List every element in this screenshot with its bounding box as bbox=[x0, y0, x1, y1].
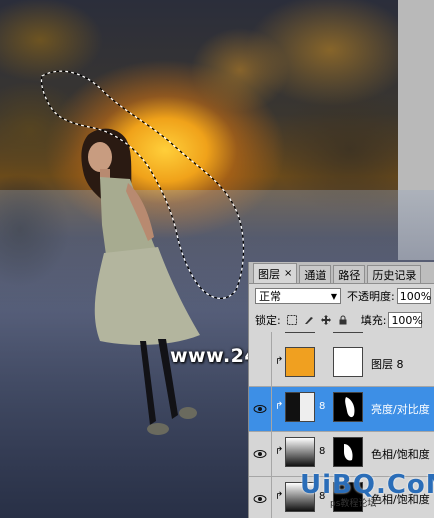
tab-layers-label: 图层 bbox=[258, 267, 280, 281]
opacity-label: 不透明度: bbox=[347, 290, 395, 303]
eye-icon bbox=[253, 450, 267, 458]
blend-mode-select[interactable]: 正常 ▼ bbox=[255, 288, 341, 304]
layer-row-layer-8[interactable]: ↱ 图层 8 bbox=[249, 342, 434, 387]
layer-row-brightness-contrast[interactable]: ↱ 8 亮度/对比度 1 bbox=[249, 387, 434, 432]
chevron-down-icon: ▼ bbox=[330, 291, 337, 301]
fill-value: 100% bbox=[391, 313, 423, 327]
adjustment-thumbnail bbox=[285, 392, 315, 422]
link-icon[interactable]: 8 bbox=[319, 446, 325, 457]
lock-row: 锁定: 填充: 100% bbox=[249, 308, 434, 333]
layer-mask-thumbnail bbox=[333, 437, 363, 467]
clip-arrow-icon: ↱ bbox=[275, 401, 284, 412]
lock-transparent-icon[interactable] bbox=[287, 315, 298, 326]
layer-mask-thumbnail bbox=[333, 347, 363, 377]
visibility-toggle[interactable] bbox=[249, 342, 272, 386]
opacity-value: 100% bbox=[399, 289, 432, 303]
opacity-input[interactable]: 100% bbox=[396, 288, 432, 304]
blend-row: 正常 ▼ 不透明度: 100% bbox=[249, 284, 434, 308]
panel-tabs: 图层 × 通道 路径 历史记录 bbox=[249, 262, 434, 284]
visibility-toggle[interactable] bbox=[249, 387, 272, 431]
layer-thumbnail bbox=[285, 347, 315, 377]
tab-layers[interactable]: 图层 × bbox=[253, 263, 298, 283]
lock-label: 锁定: bbox=[255, 314, 281, 327]
visibility-toggle[interactable] bbox=[249, 432, 272, 476]
clip-arrow-icon: ↱ bbox=[275, 491, 284, 502]
fill-label: 填充: bbox=[360, 314, 387, 327]
layer-mask-thumbnail bbox=[333, 332, 363, 333]
tab-channels[interactable]: 通道 bbox=[299, 265, 332, 283]
blend-mode-value: 正常 bbox=[259, 290, 281, 303]
tab-paths-label: 路径 bbox=[338, 268, 361, 282]
move-icon[interactable] bbox=[321, 315, 332, 326]
visibility-toggle[interactable] bbox=[249, 477, 272, 518]
eye-icon bbox=[253, 405, 267, 413]
clip-arrow-icon: ↱ bbox=[275, 356, 284, 367]
lock-icon[interactable] bbox=[338, 315, 349, 326]
layer-name: 图层 8 bbox=[371, 358, 404, 371]
girl-figure bbox=[81, 128, 200, 435]
brush-icon[interactable] bbox=[304, 315, 315, 326]
layer-name: 亮度/对比度 1 bbox=[371, 403, 434, 416]
fill-input[interactable]: 100% bbox=[388, 312, 423, 328]
layer-mask-thumbnail bbox=[333, 392, 363, 422]
clip-arrow-icon: ↱ bbox=[275, 446, 284, 457]
adjustment-thumbnail bbox=[285, 437, 315, 467]
visibility-toggle[interactable] bbox=[249, 332, 272, 342]
layer-thumbnail bbox=[285, 332, 315, 333]
close-icon[interactable]: × bbox=[284, 268, 292, 279]
tab-channels-label: 通道 bbox=[304, 268, 327, 282]
layer-name: 色相/饱和度 bbox=[371, 448, 430, 461]
eye-icon bbox=[253, 495, 267, 503]
tab-history-label: 历史记录 bbox=[372, 268, 417, 282]
tab-history[interactable]: 历史记录 bbox=[367, 265, 422, 283]
site-logo-subtitle: ps教程论坛 bbox=[330, 499, 377, 509]
tab-paths[interactable]: 路径 bbox=[333, 265, 366, 283]
link-icon[interactable]: 8 bbox=[319, 401, 325, 412]
